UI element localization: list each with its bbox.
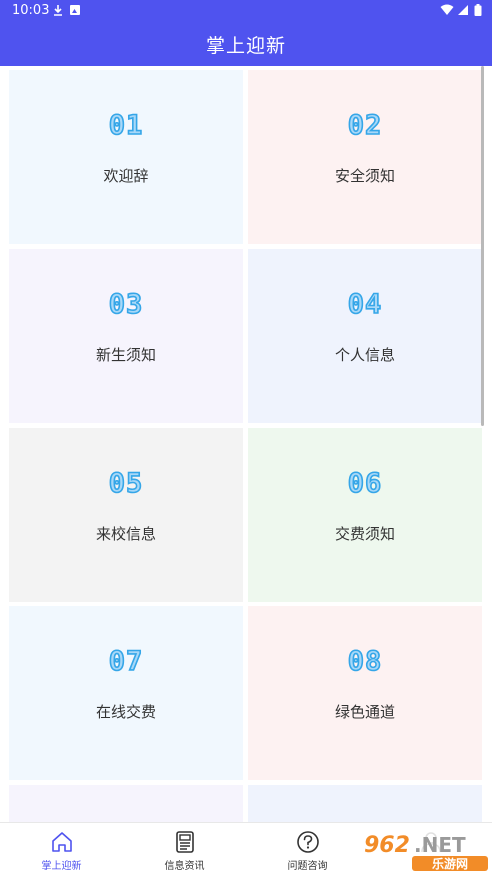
tile-label: 新生须知 [95,346,156,364]
menu-tile-partial[interactable] [9,785,243,822]
download-icon [54,5,62,16]
nav-label: 信息资讯 [164,861,205,872]
tile-number: 01 [108,109,144,142]
nav-label: 掌上迎新 [41,861,82,872]
menu-tile-arrival-info[interactable]: 05 来校信息 [9,428,243,602]
app-bar: 掌上迎新 [0,22,492,66]
nav-tab-questions[interactable]: 问题咨询 [246,823,369,875]
tile-number: 02 [347,109,383,142]
wifi-icon [440,4,454,15]
nav-tab-home[interactable]: 掌上迎新 [0,823,123,875]
tile-number: 04 [347,288,383,321]
menu-tile-fee-guide[interactable]: 06 交费须知 [248,428,482,602]
menu-tile-safety[interactable]: 02 安全须知 [248,70,482,244]
site-watermark-logo: 962 .NET 乐游网 [358,828,490,872]
menu-tile-freshman-guide[interactable]: 03 新生须知 [9,249,243,423]
menu-tile-partial[interactable] [248,785,482,822]
tile-label: 安全须知 [334,167,395,185]
tile-label: 绿色通道 [334,703,395,721]
tile-number: 03 [108,288,144,321]
svg-text:.NET: .NET [414,833,466,857]
image-icon [70,5,80,15]
tile-label: 欢迎辞 [103,167,149,185]
svg-text:962: 962 [364,833,410,858]
menu-tile-welcome[interactable]: 01 欢迎辞 [9,70,243,244]
nav-label: 问题咨询 [287,861,328,872]
tile-label: 来校信息 [95,525,156,543]
menu-tile-online-payment[interactable]: 07 在线交费 [9,606,243,780]
menu-grid: 01 欢迎辞 02 安全须知 03 新生须知 04 个人信息 05 来校信息 0… [0,66,492,822]
signal-icon [458,5,468,15]
tile-label: 在线交费 [95,703,156,721]
tile-number: 06 [347,467,383,500]
tile-label: 个人信息 [334,346,395,364]
news-icon [175,831,194,853]
menu-tile-personal-info[interactable]: 04 个人信息 [248,249,482,423]
menu-tile-green-channel[interactable]: 08 绿色通道 [248,606,482,780]
battery-icon [474,4,482,16]
tile-label: 交费须知 [334,525,395,543]
tile-number: 05 [108,467,144,500]
tile-number: 08 [347,645,383,678]
home-icon [51,832,72,852]
scrollbar[interactable] [481,66,484,426]
svg-text:乐游网: 乐游网 [432,856,468,871]
tile-number: 07 [108,645,144,678]
page-title: 掌上迎新 [205,34,286,57]
status-time: 10:03 [12,3,50,18]
status-bar: 10:03 [0,0,492,22]
nav-tab-news[interactable]: 信息资讯 [123,823,246,875]
question-icon [296,831,319,853]
